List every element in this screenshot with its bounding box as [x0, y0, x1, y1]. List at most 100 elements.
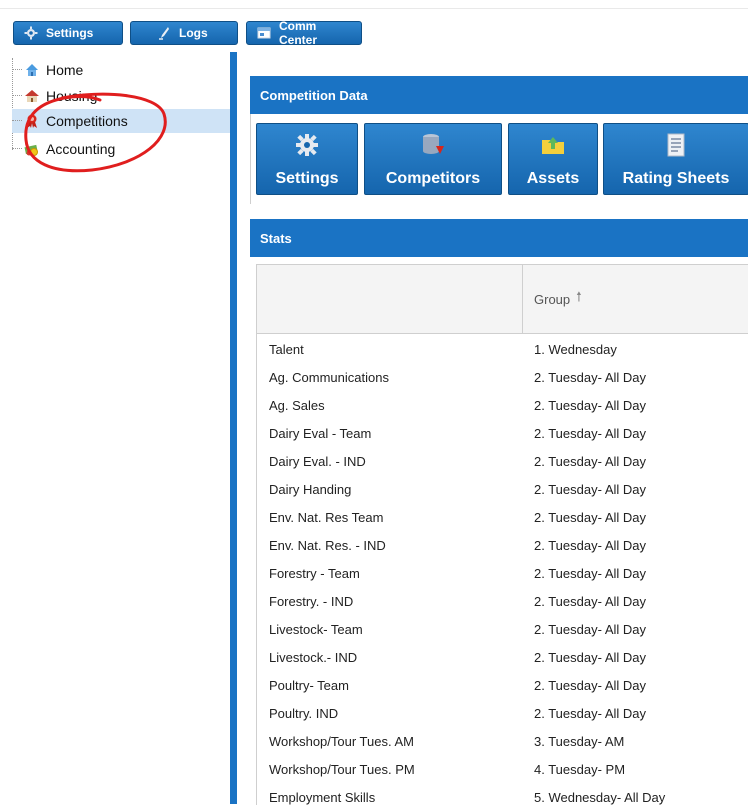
table-row[interactable]: Livestock.- IND 2. Tuesday- All Day	[257, 643, 748, 671]
table-row[interactable]: Workshop/Tour Tues. PM 4. Tuesday- PM	[257, 755, 748, 783]
database-icon	[420, 132, 446, 158]
table-row[interactable]: Employment Skills 5. Wednesday- All Day	[257, 783, 748, 805]
tree-item-accounting[interactable]: Accounting	[12, 137, 230, 161]
group-cell: 2. Tuesday- All Day	[534, 649, 646, 665]
group-cell: 2. Tuesday- All Day	[534, 537, 646, 553]
group-cell: 2. Tuesday- All Day	[534, 369, 646, 385]
competition-data-title: Competition Data	[260, 87, 368, 103]
table-row[interactable]: Env. Nat. Res Team 2. Tuesday- All Day	[257, 503, 748, 531]
competition-name-cell: Env. Nat. Res Team	[269, 509, 384, 525]
group-cell: 1. Wednesday	[534, 341, 617, 357]
window-icon	[257, 26, 271, 40]
table-row[interactable]: Talent 1. Wednesday	[257, 335, 748, 363]
competition-name-cell: Forestry. - IND	[269, 593, 354, 609]
rating-sheets-button[interactable]: Rating Sheets	[603, 123, 748, 195]
competition-name-cell: Livestock- Team	[269, 621, 363, 637]
tree-connector	[12, 95, 22, 97]
table-row[interactable]: Forestry. - IND 2. Tuesday- All Day	[257, 587, 748, 615]
tree-item-label: Home	[46, 62, 84, 78]
comm-center-button-label: Comm Center	[279, 19, 318, 47]
tree-item-competitions[interactable]: Competitions	[12, 109, 230, 133]
document-icon	[663, 132, 689, 158]
competition-name-cell: Env. Nat. Res. - IND	[269, 537, 386, 553]
table-header: Group 🠕	[257, 265, 748, 334]
group-column-label: Group	[534, 291, 571, 307]
group-column-header[interactable]: Group 🠕	[534, 265, 582, 333]
tree-item-home[interactable]: Home	[12, 58, 230, 82]
competition-name-cell: Poultry. IND	[269, 705, 339, 721]
tree-connector	[12, 69, 22, 71]
money-icon	[24, 141, 40, 157]
home-icon	[24, 62, 40, 78]
competition-name-cell: Ag. Sales	[269, 397, 325, 413]
group-cell: 3. Tuesday- AM	[534, 733, 625, 749]
gear-icon	[294, 132, 320, 158]
competition-name-cell: Dairy Handing	[269, 481, 352, 497]
competitors-button[interactable]: Competitors	[364, 123, 502, 195]
competition-name-cell: Workshop/Tour Tues. PM	[269, 761, 415, 777]
stats-header: Stats	[250, 219, 748, 257]
logs-button-label: Logs	[179, 26, 208, 40]
competition-settings-label: Settings	[275, 170, 339, 187]
table-row[interactable]: Livestock- Team 2. Tuesday- All Day	[257, 615, 748, 643]
table-row[interactable]: Ag. Communications 2. Tuesday- All Day	[257, 363, 748, 391]
house-icon	[24, 88, 40, 104]
table-row[interactable]: Workshop/Tour Tues. AM 3. Tuesday- AM	[257, 727, 748, 755]
table-row[interactable]: Dairy Handing 2. Tuesday- All Day	[257, 475, 748, 503]
tree-item-label: Competitions	[46, 113, 128, 129]
competition-name-cell: Workshop/Tour Tues. AM	[269, 733, 414, 749]
ribbon-award-icon	[24, 113, 40, 129]
tree-connector	[12, 120, 22, 122]
rating-sheets-label: Rating Sheets	[622, 170, 730, 187]
competition-settings-button[interactable]: Settings	[256, 123, 358, 195]
table-row[interactable]: Dairy Eval - Team 2. Tuesday- All Day	[257, 419, 748, 447]
settings-button[interactable]: Settings	[13, 21, 123, 45]
assets-button[interactable]: Assets	[508, 123, 598, 195]
table-row[interactable]: Poultry- Team 2. Tuesday- All Day	[257, 671, 748, 699]
competition-name-cell: Dairy Eval. - IND	[269, 453, 366, 469]
table-row[interactable]: Poultry. IND 2. Tuesday- All Day	[257, 699, 748, 727]
competition-name-cell: Dairy Eval - Team	[269, 425, 372, 441]
stats-table: Group 🠕 Talent 1. Wednesday Ag. Communicat…	[256, 264, 748, 805]
table-row[interactable]: Dairy Eval. - IND 2. Tuesday- All Day	[257, 447, 748, 475]
logs-button[interactable]: Logs	[130, 21, 238, 45]
competition-data-header: Competition Data	[250, 76, 748, 114]
tree-connector	[12, 148, 22, 150]
gear-icon	[24, 26, 38, 40]
toolbar-divider	[0, 8, 748, 9]
competitors-label: Competitors	[385, 170, 481, 187]
group-cell: 2. Tuesday- All Day	[534, 677, 646, 693]
table-row[interactable]: Env. Nat. Res. - IND 2. Tuesday- All Day	[257, 531, 748, 559]
feather-pen-icon	[157, 26, 171, 40]
navigation-tree	[0, 52, 230, 804]
folder-upload-icon	[540, 132, 566, 158]
table-row[interactable]: Ag. Sales 2. Tuesday- All Day	[257, 391, 748, 419]
competition-name-cell: Ag. Communications	[269, 369, 389, 385]
group-cell: 2. Tuesday- All Day	[534, 453, 646, 469]
stats-title: Stats	[260, 230, 292, 246]
group-cell: 2. Tuesday- All Day	[534, 397, 646, 413]
assets-label: Assets	[526, 170, 580, 187]
comm-center-button[interactable]: Comm Center	[246, 19, 362, 47]
group-cell: 2. Tuesday- All Day	[534, 509, 646, 525]
tree-item-housing[interactable]: Housing	[12, 84, 230, 108]
group-cell: 2. Tuesday- All Day	[534, 425, 646, 441]
tree-item-label: Accounting	[46, 141, 116, 157]
group-cell: 2. Tuesday- All Day	[534, 705, 646, 721]
sort-ascending-icon: 🠕	[576, 289, 582, 304]
group-cell: 2. Tuesday- All Day	[534, 565, 646, 581]
group-cell: 2. Tuesday- All Day	[534, 481, 646, 497]
competition-name-cell: Poultry- Team	[269, 677, 349, 693]
group-cell: 2. Tuesday- All Day	[534, 593, 646, 609]
table-row[interactable]: Forestry - Team 2. Tuesday- All Day	[257, 559, 748, 587]
competition-name-cell: Talent	[269, 341, 304, 357]
name-column-header[interactable]	[257, 265, 523, 333]
competition-name-cell: Forestry - Team	[269, 565, 360, 581]
settings-button-label: Settings	[46, 26, 94, 40]
competition-name-cell: Livestock.- IND	[269, 649, 358, 665]
competition-name-cell: Employment Skills	[269, 789, 376, 805]
tree-item-label: Housing	[46, 88, 98, 104]
group-cell: 4. Tuesday- PM	[534, 761, 626, 777]
group-cell: 5. Wednesday- All Day	[534, 789, 666, 805]
splitter-bar[interactable]	[230, 52, 237, 804]
